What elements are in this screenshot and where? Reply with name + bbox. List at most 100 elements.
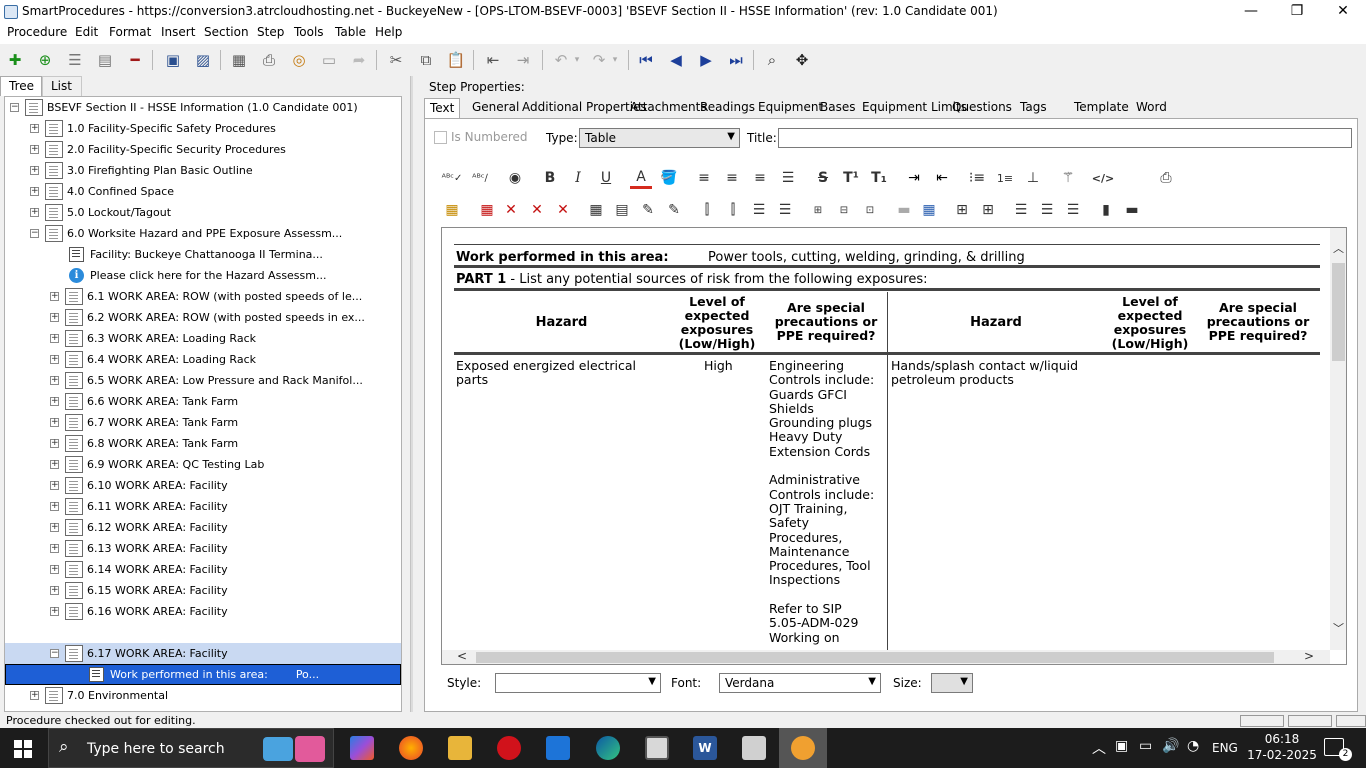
table-properties-icon[interactable]: ▤ [611, 199, 633, 221]
expand-icon[interactable]: + [30, 166, 39, 175]
copilot-icon[interactable] [350, 736, 374, 760]
valign-middle-icon[interactable]: ☰ [1036, 199, 1058, 221]
move-icon[interactable]: ✥ [791, 49, 813, 71]
cell-properties-icon[interactable]: ✎ [663, 199, 685, 221]
vertical-scrollbar[interactable]: ︿ ﹀ [1330, 228, 1346, 650]
align-center-icon[interactable]: ≡ [721, 167, 743, 189]
word-icon[interactable]: W [693, 736, 717, 760]
mail-icon[interactable] [546, 736, 570, 760]
tree-step[interactable]: Work performed in this area: Po... [89, 664, 319, 685]
minimize-button[interactable]: — [1228, 0, 1274, 24]
tree-section[interactable]: 1.0 Facility-Specific Safety Procedures [45, 118, 276, 139]
numbered-list-icon[interactable]: 1≡ [994, 167, 1016, 189]
tree-work-area[interactable]: 6.8 WORK AREA: Tank Farm [65, 433, 238, 454]
battery-icon[interactable]: ▭ [1139, 738, 1152, 754]
subscript-icon[interactable]: T₁ [868, 167, 890, 189]
browser-icon[interactable]: ◎ [288, 49, 310, 71]
hscroll-thumb[interactable] [476, 652, 1274, 663]
valign-bottom-icon[interactable]: ☰ [1062, 199, 1084, 221]
language-indicator[interactable]: ENG [1212, 741, 1238, 755]
vertical-bar-icon[interactable]: ▮ [1095, 199, 1117, 221]
expand-icon[interactable]: + [50, 334, 59, 343]
delete-column-icon[interactable]: ✕ [526, 199, 548, 221]
taskbar-search[interactable]: ⌕ Type here to search [48, 728, 334, 768]
tool-icon[interactable] [742, 736, 766, 760]
tab-tree[interactable]: Tree [0, 76, 42, 96]
restore-button[interactable]: ❐ [1274, 0, 1320, 24]
horizontal-scrollbar[interactable]: < > [442, 649, 1330, 664]
menu-format[interactable]: Format [109, 25, 151, 39]
table-style-icon[interactable]: ▦ [918, 199, 940, 221]
expand-icon[interactable]: + [50, 439, 59, 448]
list-icon[interactable]: ☰ [64, 49, 86, 71]
expand-icon[interactable]: + [50, 586, 59, 595]
align-right-icon[interactable]: ≡ [749, 167, 771, 189]
expand-icon[interactable]: + [50, 607, 59, 616]
indent-icon[interactable]: ⇥ [512, 49, 534, 71]
expand-icon[interactable]: + [50, 544, 59, 553]
size-select[interactable]: ▼ [931, 673, 973, 693]
expand-icon[interactable]: + [30, 691, 39, 700]
paste-icon[interactable]: 📋 [445, 49, 467, 71]
split-column-icon[interactable]: ⊡ [859, 199, 881, 221]
highlight-icon[interactable]: 🪣 [658, 167, 680, 189]
add-child-icon[interactable]: ⊕ [34, 49, 56, 71]
underline-icon[interactable]: U [595, 167, 617, 189]
bulleted-list-icon[interactable]: ⁝≡ [966, 167, 988, 189]
collapse-icon[interactable]: − [50, 649, 59, 658]
expand-icon[interactable]: + [50, 481, 59, 490]
scroll-thumb[interactable] [1332, 263, 1345, 361]
first-icon[interactable]: ⏮ [635, 49, 657, 71]
clock-date[interactable]: 17-02-2025 [1247, 748, 1317, 762]
tree-work-area[interactable]: 6.15 WORK AREA: Facility [65, 580, 228, 601]
tree-work-area[interactable]: 6.14 WORK AREA: Facility [65, 559, 228, 580]
justify-icon[interactable]: ☰ [777, 167, 799, 189]
menu-table[interactable]: Table [335, 25, 366, 39]
scroll-up-icon[interactable]: ︿ [1333, 240, 1344, 256]
tree-work-area[interactable]: 6.6 WORK AREA: Tank Farm [65, 391, 238, 412]
file-explorer-icon[interactable] [448, 736, 472, 760]
delete-icon[interactable]: ━ [124, 49, 146, 71]
previous-icon[interactable]: ◀ [665, 49, 687, 71]
close-button[interactable]: ✕ [1320, 0, 1366, 24]
valign-top-icon[interactable]: ☰ [1010, 199, 1032, 221]
insert-row-above-icon[interactable]: ☰ [748, 199, 770, 221]
spellcheck-as-you-type-icon[interactable]: ᴬᴮᶜ∕ [469, 167, 491, 189]
find-icon[interactable]: ⌕ [761, 49, 783, 71]
scroll-right-icon[interactable]: > [1304, 649, 1314, 663]
tree-section[interactable]: 5.0 Lockout/Tagout [45, 202, 171, 223]
align-left-icon[interactable]: ≡ [693, 167, 715, 189]
collapse-icon[interactable]: − [30, 229, 39, 238]
tab-questions[interactable]: Questions [947, 98, 1017, 118]
tab-bases[interactable]: Bases [815, 98, 860, 118]
split-cell-icon[interactable]: ⊟ [833, 199, 855, 221]
italic-icon[interactable]: I [567, 167, 589, 189]
tab-word[interactable]: Word [1131, 98, 1172, 118]
menu-step[interactable]: Step [257, 25, 284, 39]
expand-icon[interactable]: + [50, 355, 59, 364]
checkin-icon[interactable]: ▣ [162, 49, 184, 71]
expand-icon[interactable]: + [50, 313, 59, 322]
tree-work-area[interactable]: 6.3 WORK AREA: Loading Rack [65, 328, 256, 349]
print-icon[interactable]: ⎙ [1155, 167, 1177, 189]
firefox-icon[interactable] [399, 736, 423, 760]
tree-work-area[interactable]: 6.4 WORK AREA: Loading Rack [65, 349, 256, 370]
scroll-down-icon[interactable]: ﹀ [1333, 620, 1344, 636]
font-select[interactable]: Verdana ▼ [719, 673, 881, 693]
is-numbered-checkbox[interactable] [434, 131, 447, 144]
tree-root[interactable]: BSEVF Section II - HSSE Information (1.0… [25, 97, 358, 118]
next-icon[interactable]: ▶ [695, 49, 717, 71]
expand-icon[interactable]: + [50, 376, 59, 385]
print-icon[interactable]: ⎙ [258, 49, 280, 71]
strikethrough-icon[interactable]: S [812, 167, 834, 189]
tree-step[interactable]: i Please click here for the Hazard Assess… [69, 265, 326, 286]
table-grid-icon[interactable]: ▦ [585, 199, 607, 221]
menu-procedure[interactable]: Procedure [7, 25, 67, 39]
horizontal-bar-icon[interactable]: ▬ [1121, 199, 1143, 221]
text-editor[interactable]: Work performed in this area: Power tools… [441, 227, 1347, 665]
insert-col-icon[interactable]: ⊞ [977, 199, 999, 221]
clock-time[interactable]: 06:18 [1252, 732, 1312, 746]
symbol-icon[interactable]: ◉ [504, 167, 526, 189]
tree-work-area[interactable]: 6.7 WORK AREA: Tank Farm [65, 412, 238, 433]
expand-icon[interactable]: + [50, 502, 59, 511]
